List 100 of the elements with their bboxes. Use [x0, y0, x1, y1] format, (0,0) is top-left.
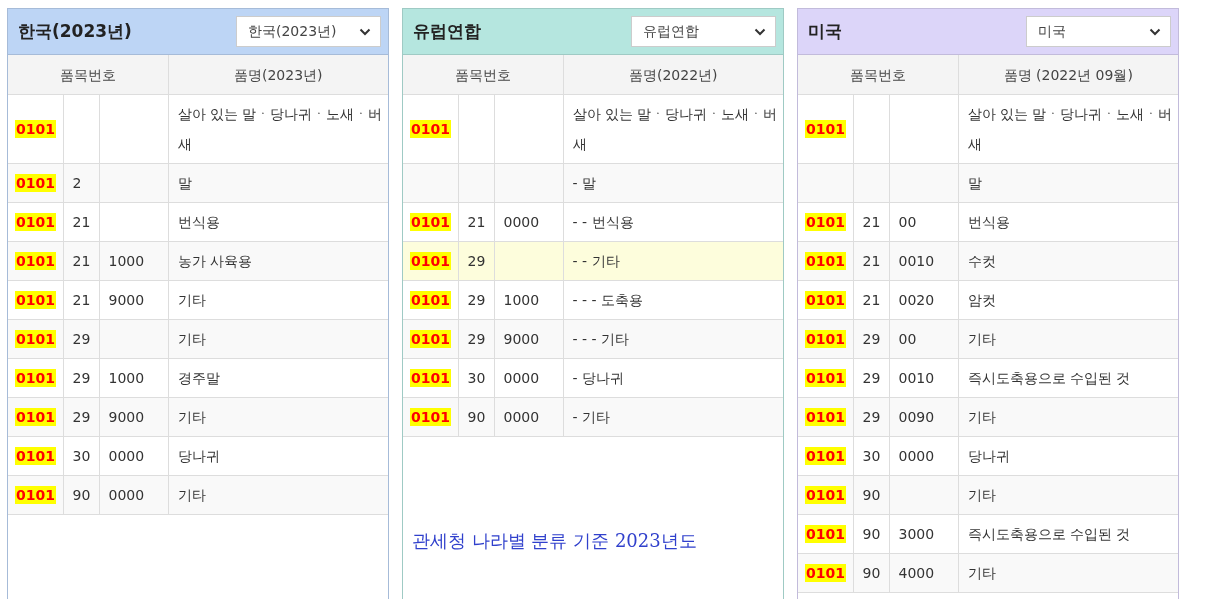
- item-name: 기타: [177, 292, 206, 308]
- table-cell: 4000: [898, 565, 935, 581]
- table-cell: 0020: [898, 292, 935, 308]
- item-name: 번식용: [177, 214, 220, 230]
- table-cell: 1000: [108, 370, 145, 386]
- hs-code: 0101: [805, 486, 846, 504]
- table-cell: 30: [72, 448, 91, 464]
- table-cell: 29: [72, 409, 91, 425]
- table-cell: 9000: [108, 292, 145, 308]
- column-header: 품목번호: [8, 55, 168, 95]
- table-cell: 00: [898, 331, 917, 347]
- item-name: 기타: [177, 409, 206, 425]
- item-name: 살아 있는 말ㆍ당나귀ㆍ노새ㆍ버새: [572, 106, 778, 152]
- item-name: 농가 사육용: [177, 253, 252, 269]
- table-cell: 29: [862, 370, 881, 386]
- item-name: 즉시도축용으로 수입된 것: [967, 526, 1131, 542]
- table-cell: 0000: [503, 409, 540, 425]
- table-cell: 9000: [503, 331, 540, 347]
- table-cell: 0000: [108, 448, 145, 464]
- table-cell: 29: [862, 331, 881, 347]
- table-cell: 21: [862, 214, 881, 230]
- item-name: 기타: [967, 487, 996, 503]
- column-header: 품명(2022년): [563, 55, 783, 95]
- country-select[interactable]: 미국: [1026, 16, 1171, 47]
- hs-code: 0101: [410, 408, 451, 426]
- hs-code: 0101: [805, 525, 846, 543]
- item-name: - - 기타: [572, 253, 620, 269]
- hs-code: 0101: [15, 486, 56, 504]
- panel-title: 미국: [808, 20, 842, 43]
- column-header: 품명 (2022년 09월): [958, 55, 1178, 95]
- item-name: 수컷: [967, 253, 996, 269]
- table-cell: 0000: [503, 214, 540, 230]
- country-select[interactable]: 유럽연합: [631, 16, 776, 47]
- column-header: 품목번호: [403, 55, 563, 95]
- chevron-down-icon: [359, 27, 371, 36]
- hs-code: 0101: [805, 447, 846, 465]
- table-cell: 29: [467, 253, 486, 269]
- table-cell: 90: [862, 487, 881, 503]
- table-cell: 0010: [898, 253, 935, 269]
- item-name: 기타: [177, 487, 206, 503]
- hs-code: 0101: [15, 408, 56, 426]
- hs-code: 0101: [805, 408, 846, 426]
- item-name: 기타: [177, 331, 206, 347]
- item-name: - - - 도축용: [572, 292, 643, 308]
- panel-title: 유럽연합: [413, 20, 481, 43]
- item-name: 기타: [967, 331, 996, 347]
- item-name: - 말: [572, 175, 596, 191]
- chevron-down-icon: [754, 27, 766, 36]
- column-header: 품목번호: [798, 55, 958, 95]
- item-name: - 당나귀: [572, 370, 624, 386]
- panel-title: 한국(2023년): [18, 20, 132, 43]
- table-cell: 29: [72, 331, 91, 347]
- table-cell: 90: [862, 565, 881, 581]
- item-name: - 기타: [572, 409, 610, 425]
- hs-code: 0101: [805, 213, 846, 231]
- table-cell: 90: [72, 487, 91, 503]
- hs-code: 0101: [15, 174, 56, 192]
- hs-code: 0101: [805, 369, 846, 387]
- table-cell: 0000: [108, 487, 145, 503]
- hs-code: 0101: [15, 369, 56, 387]
- chevron-down-icon: [1149, 27, 1161, 36]
- item-name: 당나귀: [967, 448, 1010, 464]
- table-cell: 30: [862, 448, 881, 464]
- hs-code: 0101: [805, 330, 846, 348]
- item-name: - - 번식용: [572, 214, 634, 230]
- item-name: - - - 기타: [572, 331, 629, 347]
- item-name: 기타: [967, 409, 996, 425]
- table-cell: 29: [467, 292, 486, 308]
- table-cell: 1000: [108, 253, 145, 269]
- table-cell: 21: [72, 214, 91, 230]
- item-name: 즉시도축용으로 수입된 것: [967, 370, 1131, 386]
- hs-code: 0101: [410, 330, 451, 348]
- hs-code: 0101: [15, 447, 56, 465]
- hs-code: 0101: [805, 252, 846, 270]
- table-cell: 29: [467, 331, 486, 347]
- table-cell: 0000: [503, 370, 540, 386]
- hs-code: 0101: [15, 330, 56, 348]
- table-cell: 90: [467, 409, 486, 425]
- hs-code: 0101: [15, 291, 56, 309]
- table-cell: 21: [72, 253, 91, 269]
- table-cell: 1000: [503, 292, 540, 308]
- item-name: 말: [177, 175, 192, 191]
- country-select[interactable]: 한국(2023년): [236, 16, 381, 47]
- table-cell: 0000: [898, 448, 935, 464]
- table-cell: 21: [862, 292, 881, 308]
- table-cell: 00: [898, 214, 917, 230]
- table-cell: 3000: [898, 526, 935, 542]
- hs-code: 0101: [805, 120, 846, 138]
- table-cell: 21: [72, 292, 91, 308]
- table-cell: 29: [862, 409, 881, 425]
- table-cell: 21: [862, 253, 881, 269]
- hs-code: 0101: [805, 291, 846, 309]
- item-name: 살아 있는 말ㆍ당나귀ㆍ노새ㆍ버새: [967, 106, 1173, 152]
- table-cell: 29: [72, 370, 91, 386]
- item-name: 암컷: [967, 292, 996, 308]
- item-name: 당나귀: [177, 448, 220, 464]
- hs-code: 0101: [410, 291, 451, 309]
- table-cell: 9000: [108, 409, 145, 425]
- table-cell: 0090: [898, 409, 935, 425]
- hs-code: 0101: [15, 252, 56, 270]
